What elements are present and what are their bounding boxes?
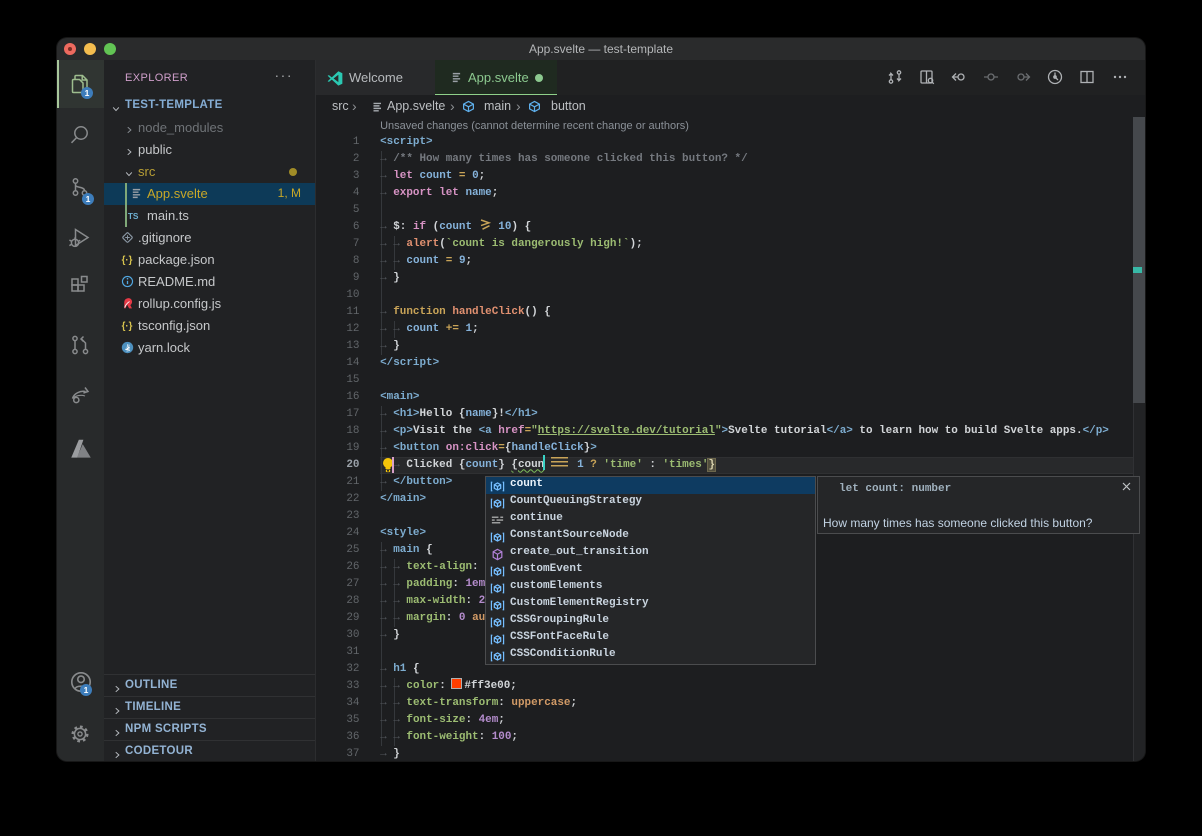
svg-text:{·}: {·} bbox=[122, 321, 133, 332]
svg-text:TS: TS bbox=[128, 211, 139, 221]
svg-text:{·}: {·} bbox=[122, 255, 133, 266]
